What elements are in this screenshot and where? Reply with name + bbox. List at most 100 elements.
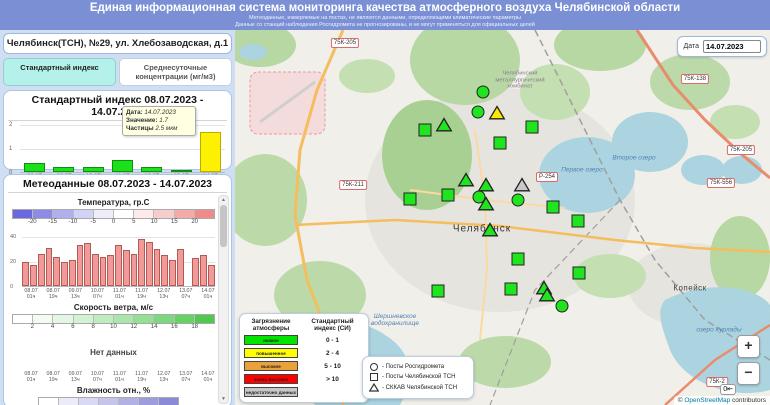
temp-bar[interactable]	[22, 262, 29, 286]
tooltip-particle-value: 2.5 мкм	[155, 125, 177, 132]
temp-bar[interactable]	[92, 254, 99, 286]
temp-bar[interactable]	[46, 248, 53, 286]
station-marker-square-green[interactable]	[419, 124, 432, 137]
station-marker-square-green[interactable]	[526, 121, 539, 134]
temp-bar[interactable]	[154, 249, 161, 286]
temp-ytick: 20	[10, 259, 16, 265]
temp-bar-slot	[153, 237, 161, 286]
station-marker-square-green[interactable]	[572, 215, 585, 228]
scrollbar-thumb[interactable]	[220, 205, 227, 247]
openstreetmap-link[interactable]: OpenStreetMap	[684, 397, 730, 404]
date-input[interactable]	[703, 40, 761, 53]
temp-bar[interactable]	[161, 255, 168, 286]
tooltip-value: 1.7	[159, 117, 168, 124]
station-marker-circle-green[interactable]	[512, 194, 525, 207]
station-marker-triangle-green[interactable]	[436, 117, 453, 137]
station-marker-square-green[interactable]	[432, 285, 445, 298]
map-canvas[interactable]: ЧелябинскКопейскЧелябинский металлургиче…	[235, 30, 770, 405]
scroll-down-icon[interactable]: ▼	[219, 396, 228, 402]
legend-station-row: - СККАВ Челябинской ТСН	[368, 383, 468, 392]
si-bar-14.07[interactable]	[200, 132, 221, 172]
si-bar-10.07[interactable]	[83, 167, 104, 172]
scale-cell	[13, 315, 33, 323]
station-marker-square-green[interactable]	[404, 193, 417, 206]
meteo-xlabel: 11.0701ч	[108, 371, 130, 383]
square-icon	[573, 267, 586, 280]
temp-bar[interactable]	[131, 254, 138, 286]
scale-cell	[74, 315, 94, 323]
temp-bar[interactable]	[192, 258, 199, 286]
scale-cell	[94, 315, 114, 323]
app-window: Единая информационная система мониторинг…	[0, 0, 770, 405]
temp-bar[interactable]	[84, 243, 91, 286]
zoom-controls: + −	[737, 335, 760, 385]
station-marker-square-green[interactable]	[573, 267, 586, 280]
station-marker-square-green[interactable]	[494, 137, 507, 150]
si-bar-09.07[interactable]	[53, 167, 74, 172]
square-icon	[368, 373, 379, 381]
scale-tick: 10	[151, 219, 158, 225]
temp-bar[interactable]	[200, 255, 207, 286]
meteo-xlabel: 10.0707ч	[86, 371, 108, 383]
meteo-xlabel: 08.0701ч	[20, 288, 42, 300]
zoom-out-button[interactable]: −	[737, 362, 760, 385]
temp-bar[interactable]	[208, 265, 215, 286]
circle-icon	[556, 300, 569, 313]
date-control: Дата	[677, 36, 767, 57]
scale-cell	[13, 210, 33, 218]
measure-control[interactable]: 0⇤	[720, 384, 736, 395]
temp-bar[interactable]	[53, 257, 60, 286]
scale-cell	[195, 315, 214, 323]
si-bar-13.07[interactable]	[171, 170, 192, 172]
station-marker-square-green[interactable]	[505, 283, 518, 296]
temp-bar[interactable]	[146, 242, 153, 286]
station-marker-triangle-green[interactable]	[539, 287, 556, 307]
station-marker-triangle-yellow[interactable]	[489, 105, 506, 125]
temp-bar[interactable]	[38, 254, 45, 286]
scroll-up-icon[interactable]: ▲	[219, 197, 228, 203]
temp-bar[interactable]	[61, 262, 68, 287]
station-marker-circle-green[interactable]	[477, 86, 490, 99]
temp-bar[interactable]	[77, 245, 84, 286]
legend-pollution-row: низкое0 - 1	[244, 335, 364, 345]
legend-pollution: Загрязнение атмосферы Стандартный индекс…	[239, 313, 369, 403]
station-marker-circle-green[interactable]	[472, 106, 485, 119]
station-marker-triangle-green[interactable]	[482, 222, 499, 242]
scale-tick: -5	[91, 219, 96, 225]
si-bar-08.07[interactable]	[24, 163, 45, 172]
road-label-75К-138: 75К-138	[681, 74, 709, 84]
temp-bar[interactable]	[30, 265, 37, 286]
station-marker-square-green[interactable]	[512, 253, 525, 266]
tab-daily-concentrations[interactable]: Среднесуточные концентрации (мг/м3)	[119, 58, 232, 86]
station-marker-circle-green[interactable]	[556, 300, 569, 313]
scale-cell	[134, 315, 154, 323]
wind-xlabels: 08.0701ч08.0719ч09.0713ч10.0707ч11.0701ч…	[20, 371, 219, 383]
meteo-scrollbar[interactable]: ▲ ▼	[218, 195, 229, 404]
si-bar-11.07[interactable]	[112, 160, 133, 172]
si-ytick: 1	[9, 146, 12, 152]
si-range-value: > 10	[301, 376, 364, 383]
station-marker-square-green[interactable]	[442, 189, 455, 202]
temp-bar-slot	[130, 237, 138, 286]
temp-bar[interactable]	[177, 249, 184, 286]
legend-station-label: - Посты Росгидромета	[382, 364, 444, 370]
temp-bar[interactable]	[123, 250, 130, 286]
tab-standard-index[interactable]: Стандартный индекс	[3, 58, 116, 86]
temp-bar[interactable]	[69, 260, 76, 286]
zoom-in-button[interactable]: +	[737, 335, 760, 358]
station-marker-triangle-green[interactable]	[478, 196, 495, 216]
station-marker-triangle-green[interactable]	[458, 172, 475, 192]
temperature-scale: -20-15-10-505101520	[12, 209, 215, 227]
temp-bar[interactable]	[169, 260, 176, 286]
temp-bar[interactable]	[138, 239, 145, 286]
temp-bar[interactable]	[115, 245, 122, 286]
app-header: Единая информационная система мониторинг…	[0, 0, 770, 30]
temp-bar[interactable]	[100, 257, 107, 286]
temp-bar[interactable]	[107, 255, 114, 286]
scale-tick: 20	[191, 219, 198, 225]
legend-pollution-row: очень высокое> 10	[244, 374, 364, 384]
station-marker-square-green[interactable]	[547, 201, 560, 214]
si-bar-12.07[interactable]	[141, 167, 162, 172]
meteo-xlabel: 11.0719ч	[131, 288, 153, 300]
temperature-title: Температура, гр.С	[8, 198, 219, 207]
